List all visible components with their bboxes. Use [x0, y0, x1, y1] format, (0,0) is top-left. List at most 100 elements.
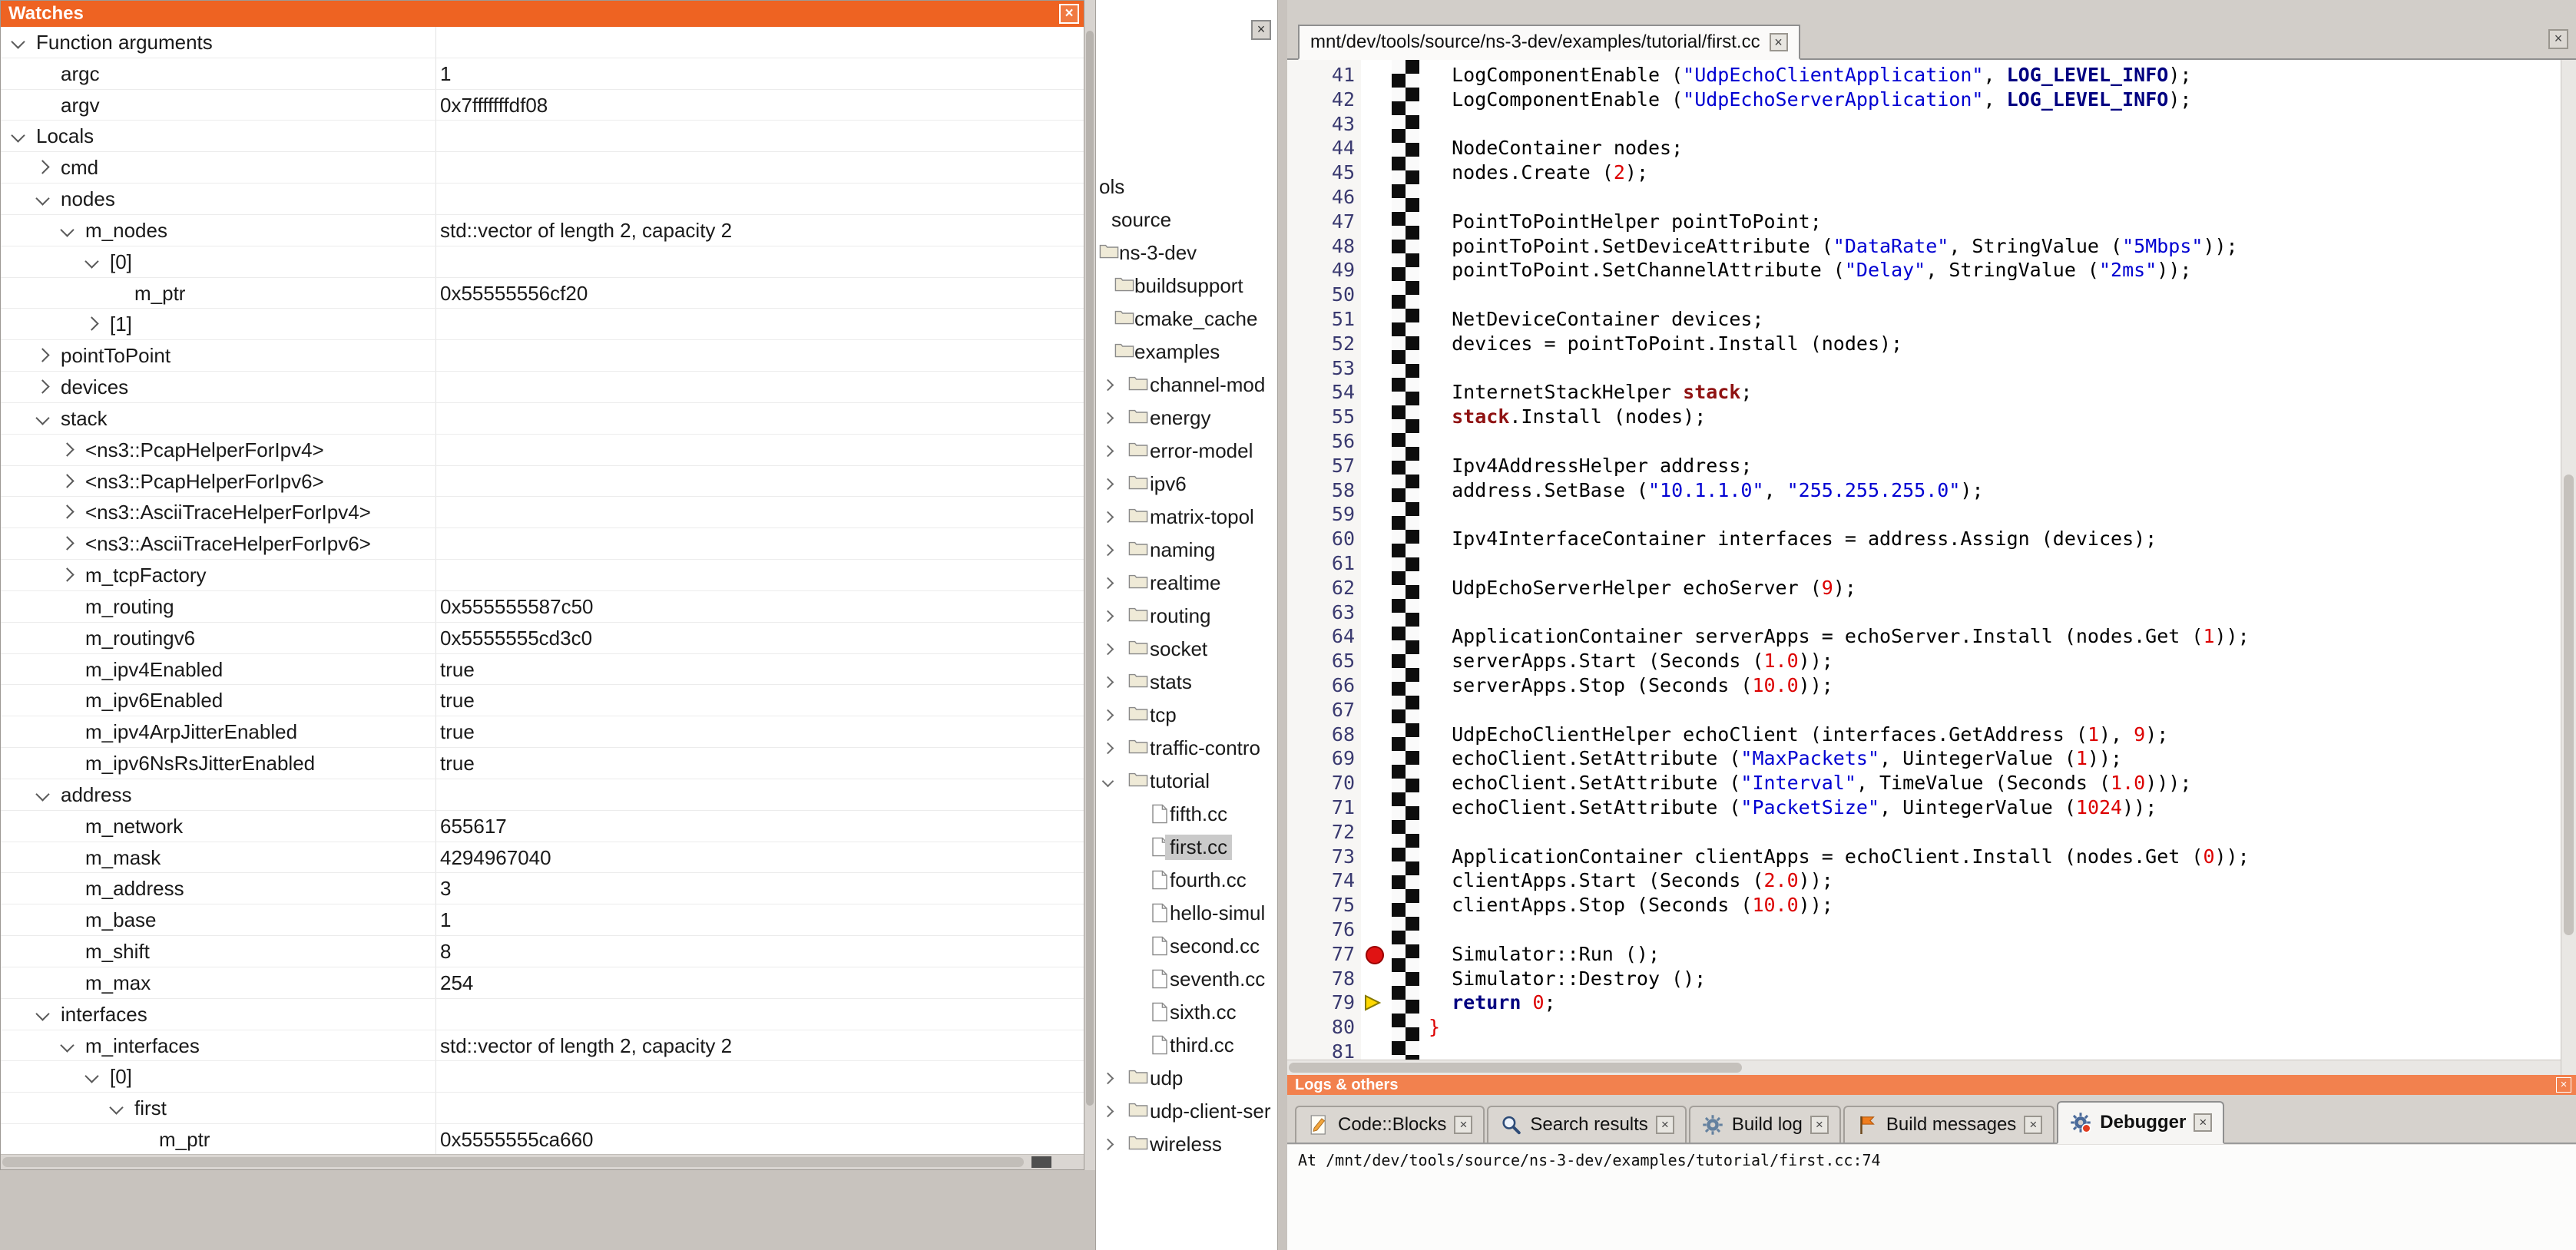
tree-item-socket[interactable]: socket — [1096, 633, 1277, 666]
expander-icon[interactable] — [35, 160, 49, 174]
watch-row-m-network[interactable]: m_network655617 — [1, 811, 1084, 842]
line-number[interactable]: 70 — [1287, 771, 1355, 795]
tree-item-ns-3-dev[interactable]: ns-3-dev — [1096, 236, 1277, 270]
breakpoint-icon[interactable] — [1366, 946, 1384, 964]
tab-close-button[interactable]: × — [2194, 1113, 2212, 1132]
line-number[interactable]: 69 — [1287, 746, 1355, 771]
tree-item-udp-client-ser[interactable]: udp-client-ser — [1096, 1095, 1277, 1128]
line-number[interactable]: 62 — [1287, 576, 1355, 600]
expander-icon[interactable] — [1102, 1073, 1114, 1085]
expander-icon[interactable] — [84, 254, 98, 268]
expander-icon[interactable] — [11, 35, 25, 48]
watch-row-m-ipv4enabled[interactable]: m_ipv4Enabledtrue — [1, 654, 1084, 686]
tree-item-matrix-topol[interactable]: matrix-topol — [1096, 501, 1277, 534]
tree-item-second-cc[interactable]: second.cc — [1096, 930, 1277, 963]
line-number[interactable]: 50 — [1287, 283, 1355, 307]
expander-icon[interactable] — [1102, 709, 1114, 722]
watch-row-address[interactable]: address — [1, 779, 1084, 811]
logs-tab-debugger[interactable]: Debugger× — [2057, 1101, 2224, 1144]
line-number[interactable]: 77 — [1287, 942, 1355, 967]
expander-icon[interactable] — [11, 129, 25, 143]
expander-icon[interactable] — [60, 1038, 74, 1052]
watch-row-m-ipv4arpjitterenabled[interactable]: m_ipv4ArpJitterEnabledtrue — [1, 716, 1084, 748]
expander-icon[interactable] — [1102, 478, 1114, 491]
line-number[interactable]: 81 — [1287, 1040, 1355, 1060]
scrollbar-thumb[interactable] — [2, 1157, 1024, 1167]
line-number[interactable]: 60 — [1287, 527, 1355, 551]
line-number[interactable]: 72 — [1287, 820, 1355, 845]
line-number[interactable]: 71 — [1287, 795, 1355, 820]
watches-close-button[interactable]: × — [1059, 4, 1079, 24]
line-number[interactable]: 41 — [1287, 63, 1355, 88]
watch-row-m-routing[interactable]: m_routing0x555555587c50 — [1, 591, 1084, 623]
line-number[interactable]: 44 — [1287, 136, 1355, 160]
expander-icon[interactable] — [60, 537, 74, 551]
line-number[interactable]: 65 — [1287, 649, 1355, 673]
watch-row-function-arguments[interactable]: Function arguments — [1, 27, 1084, 58]
line-number[interactable]: 61 — [1287, 551, 1355, 576]
expander-icon[interactable] — [35, 191, 49, 205]
tabbar-close-button[interactable]: × — [2548, 29, 2568, 49]
editor-vertical-scrollbar[interactable] — [2561, 60, 2576, 1075]
watch-row-m-base[interactable]: m_base1 — [1, 904, 1084, 936]
line-number[interactable]: 43 — [1287, 112, 1355, 137]
watch-row-1[interactable]: [1] — [1, 309, 1084, 340]
tree-item-stats[interactable]: stats — [1096, 666, 1277, 699]
expander-icon[interactable] — [60, 442, 74, 456]
expander-icon[interactable] — [1102, 577, 1114, 590]
code-editor[interactable]: 41 LogComponentEnable ("UdpEchoClientApp… — [1287, 60, 2576, 1060]
watch-row-m-mask[interactable]: m_mask4294967040 — [1, 842, 1084, 874]
watch-row-m-shift[interactable]: m_shift8 — [1, 936, 1084, 967]
watch-row-devices[interactable]: devices — [1, 372, 1084, 403]
scrollbar-thumb[interactable] — [1289, 1063, 1742, 1073]
tree-item-hello-simul[interactable]: hello-simul — [1096, 897, 1277, 930]
tab-close-button[interactable]: × — [1770, 33, 1788, 51]
line-number[interactable]: 55 — [1287, 405, 1355, 429]
line-number[interactable]: 42 — [1287, 88, 1355, 112]
tab-close-button[interactable]: × — [1656, 1116, 1674, 1134]
expander-icon[interactable] — [35, 379, 49, 393]
watch-row-m-routingv6[interactable]: m_routingv60x5555555cd3c0 — [1, 623, 1084, 654]
line-number[interactable]: 56 — [1287, 429, 1355, 454]
tree-item-udp[interactable]: udp — [1096, 1062, 1277, 1095]
tree-item-seventh-cc[interactable]: seventh.cc — [1096, 963, 1277, 996]
line-number[interactable]: 64 — [1287, 624, 1355, 649]
watch-row-m-ptr[interactable]: m_ptr0x55555556cf20 — [1, 278, 1084, 309]
watch-row-m-ipv6enabled[interactable]: m_ipv6Enabledtrue — [1, 685, 1084, 716]
line-number[interactable]: 46 — [1287, 185, 1355, 210]
line-number[interactable]: 80 — [1287, 1015, 1355, 1040]
watch-row-nodes[interactable]: nodes — [1, 184, 1084, 215]
expander-icon[interactable] — [1102, 1106, 1114, 1118]
watches-vertical-scrollbar[interactable] — [1084, 0, 1095, 1170]
tree-item-source[interactable]: source — [1096, 203, 1277, 236]
expander-icon[interactable] — [84, 1070, 98, 1083]
tree-item-routing[interactable]: routing — [1096, 600, 1277, 633]
line-number[interactable]: 52 — [1287, 332, 1355, 356]
expander-icon[interactable] — [1102, 511, 1114, 524]
line-number[interactable]: 57 — [1287, 454, 1355, 478]
watches-horizontal-scrollbar[interactable] — [1, 1154, 1084, 1169]
scrollbar-thumb[interactable] — [2564, 475, 2574, 935]
expander-icon[interactable] — [35, 349, 49, 362]
line-number[interactable]: 59 — [1287, 502, 1355, 527]
expander-icon[interactable] — [60, 474, 74, 488]
watch-row-m-ptr[interactable]: m_ptr0x5555555ca660 — [1, 1124, 1084, 1154]
tab-close-button[interactable]: × — [1454, 1116, 1472, 1134]
watch-row-0[interactable]: [0] — [1, 246, 1084, 278]
tree-item-examples[interactable]: examples — [1096, 336, 1277, 369]
logs-tab-code-blocks[interactable]: Code::Blocks× — [1295, 1106, 1485, 1143]
panel-close-button[interactable]: × — [1251, 20, 1271, 40]
watch-row-locals[interactable]: Locals — [1, 121, 1084, 152]
expander-icon[interactable] — [1102, 742, 1114, 755]
tree-item-energy[interactable]: energy — [1096, 402, 1277, 435]
editor-horizontal-scrollbar[interactable] — [1287, 1060, 2561, 1075]
watch-row-ns3-pcaphelperforipv6[interactable]: <ns3::PcapHelperForIpv6> — [1, 466, 1084, 498]
watch-row-m-address[interactable]: m_address3 — [1, 873, 1084, 904]
logs-tab-build-log[interactable]: Build log× — [1689, 1106, 1841, 1143]
tree-item-tutorial[interactable]: tutorial — [1096, 765, 1277, 798]
logs-close-button[interactable]: × — [2556, 1077, 2571, 1093]
line-number[interactable]: 48 — [1287, 234, 1355, 259]
line-number[interactable]: 67 — [1287, 698, 1355, 723]
watch-row-argv[interactable]: argv0x7fffffffdf08 — [1, 90, 1084, 121]
expander-icon[interactable] — [84, 317, 98, 331]
